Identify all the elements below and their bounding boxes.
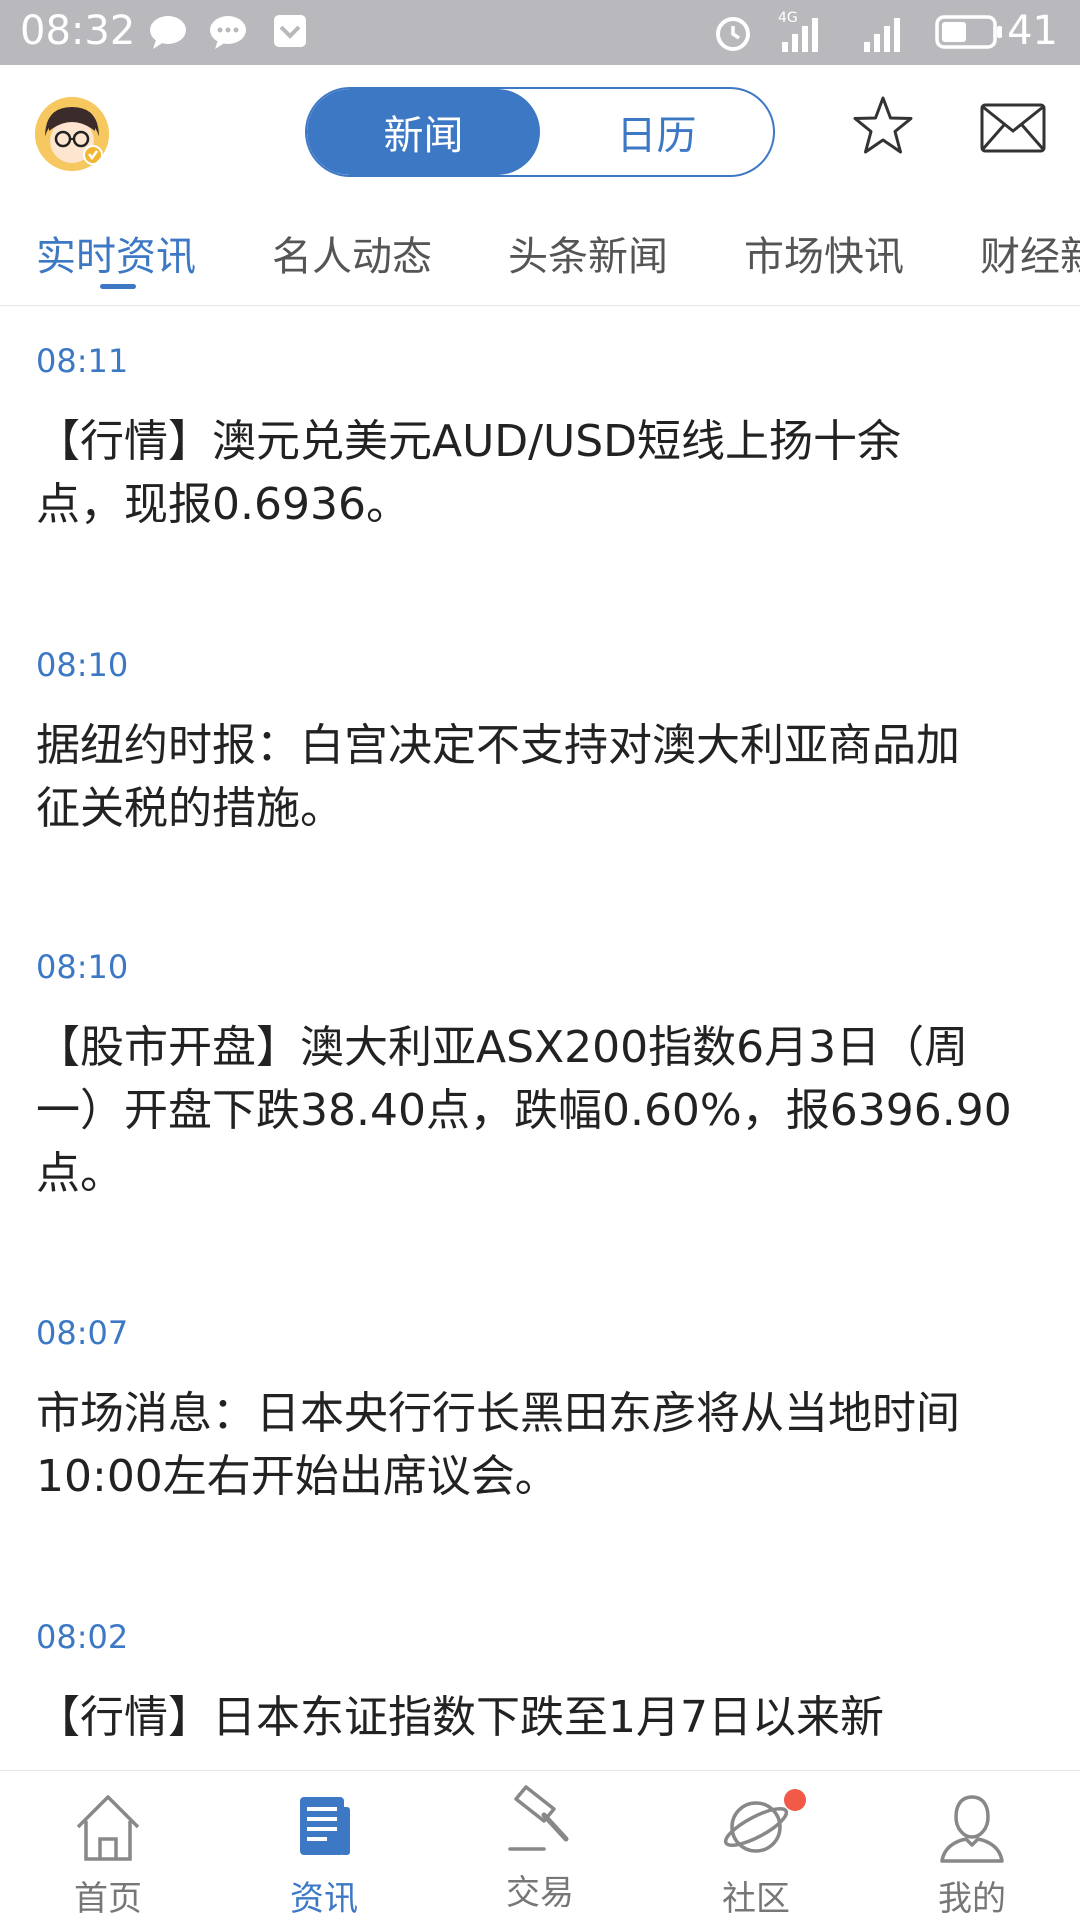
nav-label: 资讯 <box>290 1879 358 1919</box>
planet-icon <box>723 1801 789 1853</box>
news-line: 市场消息：日本央行行长黑田东彦将从当地时间 <box>36 1388 960 1439</box>
news-content: 【行情】日本东证指数下跌至1月7日以来新 <box>36 1686 1046 1749</box>
news-line: 据纽约时报：白宫决定不支持对澳大利亚商品加 <box>36 720 960 771</box>
news-line: 【行情】澳元兑美元AUD/USD短线上扬十余 <box>36 416 902 467</box>
list-item[interactable]: 08:02 【行情】日本东证指数下跌至1月7日以来新 <box>36 1618 1046 1749</box>
message-icon <box>210 16 246 49</box>
news-time: 08:07 <box>36 1314 129 1352</box>
battery-icon <box>935 15 1002 49</box>
battery-level: 41 <box>1007 8 1058 54</box>
nav-home[interactable]: 首页 <box>0 1771 216 1920</box>
news-line: 征关税的措施。 <box>36 783 344 834</box>
tab-celebrity-updates[interactable]: 名人动态 <box>272 224 432 282</box>
nav-label: 首页 <box>74 1879 142 1919</box>
list-item[interactable]: 08:07 市场消息：日本央行行长黑田东彦将从当地时间 10:00左右开始出席议… <box>36 1314 1046 1508</box>
news-line: 【股市开盘】澳大利亚ASX200指数6月3日（周 <box>36 1022 969 1073</box>
segment-calendar[interactable]: 日历 <box>540 89 773 175</box>
news-content: 市场消息：日本央行行长黑田东彦将从当地时间 10:00左右开始出席议会。 <box>36 1382 1046 1508</box>
news-time: 08:11 <box>36 342 129 380</box>
active-tab-indicator <box>100 284 136 289</box>
list-item[interactable]: 08:11 【行情】澳元兑美元AUD/USD短线上扬十余 点，现报0.6936。 <box>36 342 1046 536</box>
news-time: 08:10 <box>36 646 129 684</box>
list-item[interactable]: 08:10 据纽约时报：白宫决定不支持对澳大利亚商品加 征关税的措施。 <box>36 646 1046 840</box>
nav-label: 社区 <box>722 1879 790 1919</box>
news-time: 08:02 <box>36 1618 129 1656</box>
star-icon[interactable] <box>850 93 916 159</box>
news-line: 【行情】日本东证指数下跌至1月7日以来新 <box>36 1692 884 1743</box>
nav-label: 我的 <box>938 1879 1006 1919</box>
status-time: 08:32 <box>20 8 136 54</box>
top-header: 新闻 日历 <box>0 65 1080 200</box>
avatar-icon <box>35 97 109 171</box>
tab-finance-news[interactable]: 财经新 <box>980 224 1080 282</box>
news-calendar-toggle[interactable]: 新闻 日历 <box>305 87 775 177</box>
notification-badge <box>784 1789 806 1811</box>
news-feed[interactable]: 08:11 【行情】澳元兑美元AUD/USD短线上扬十余 点，现报0.6936。… <box>0 306 1080 1770</box>
category-tabs: 实时资讯 名人动态 头条新闻 市场快讯 财经新 <box>0 200 1080 306</box>
news-line: 10:00左右开始出席议会。 <box>36 1451 559 1502</box>
network-type: 4G <box>778 10 798 26</box>
mail-icon[interactable] <box>980 103 1046 153</box>
alarm-icon <box>716 17 750 51</box>
list-item[interactable]: 08:10 【股市开盘】澳大利亚ASX200指数6月3日（周 一）开盘下跌38.… <box>36 948 1046 1205</box>
tab-headlines[interactable]: 头条新闻 <box>508 224 668 282</box>
nav-label: 交易 <box>506 1873 574 1913</box>
news-time: 08:10 <box>36 948 129 986</box>
chat-bubble-icon <box>150 16 186 49</box>
nav-profile[interactable]: 我的 <box>864 1771 1080 1920</box>
news-content: 据纽约时报：白宫决定不支持对澳大利亚商品加 征关税的措施。 <box>36 714 1046 840</box>
news-content: 【股市开盘】澳大利亚ASX200指数6月3日（周 一）开盘下跌38.40点，跌幅… <box>36 1016 1046 1205</box>
user-icon <box>940 1795 1004 1863</box>
app-icon <box>274 15 306 47</box>
tab-market-flash[interactable]: 市场快讯 <box>744 224 904 282</box>
news-line: 一）开盘下跌38.40点，跌幅0.60%，报6396.90 <box>36 1085 1012 1136</box>
gavel-icon <box>508 1785 569 1851</box>
news-line: 点，现报0.6936。 <box>36 479 410 530</box>
nav-trade[interactable]: 交易 <box>432 1771 648 1920</box>
tab-realtime-news[interactable]: 实时资讯 <box>36 224 196 282</box>
status-bar: 08:32 4G 41 <box>0 0 1080 65</box>
nav-community[interactable]: 社区 <box>648 1771 864 1920</box>
news-line: 点。 <box>36 1148 124 1199</box>
avatar[interactable] <box>35 97 109 171</box>
segment-news[interactable]: 新闻 <box>307 89 540 175</box>
bottom-navigation: 首页 资讯 交易 社区 我的 <box>0 1770 1080 1920</box>
signal-icon <box>864 18 900 52</box>
news-icon <box>300 1797 350 1855</box>
home-icon <box>76 1795 140 1861</box>
nav-news[interactable]: 资讯 <box>216 1771 432 1920</box>
news-content: 【行情】澳元兑美元AUD/USD短线上扬十余 点，现报0.6936。 <box>36 410 1046 536</box>
